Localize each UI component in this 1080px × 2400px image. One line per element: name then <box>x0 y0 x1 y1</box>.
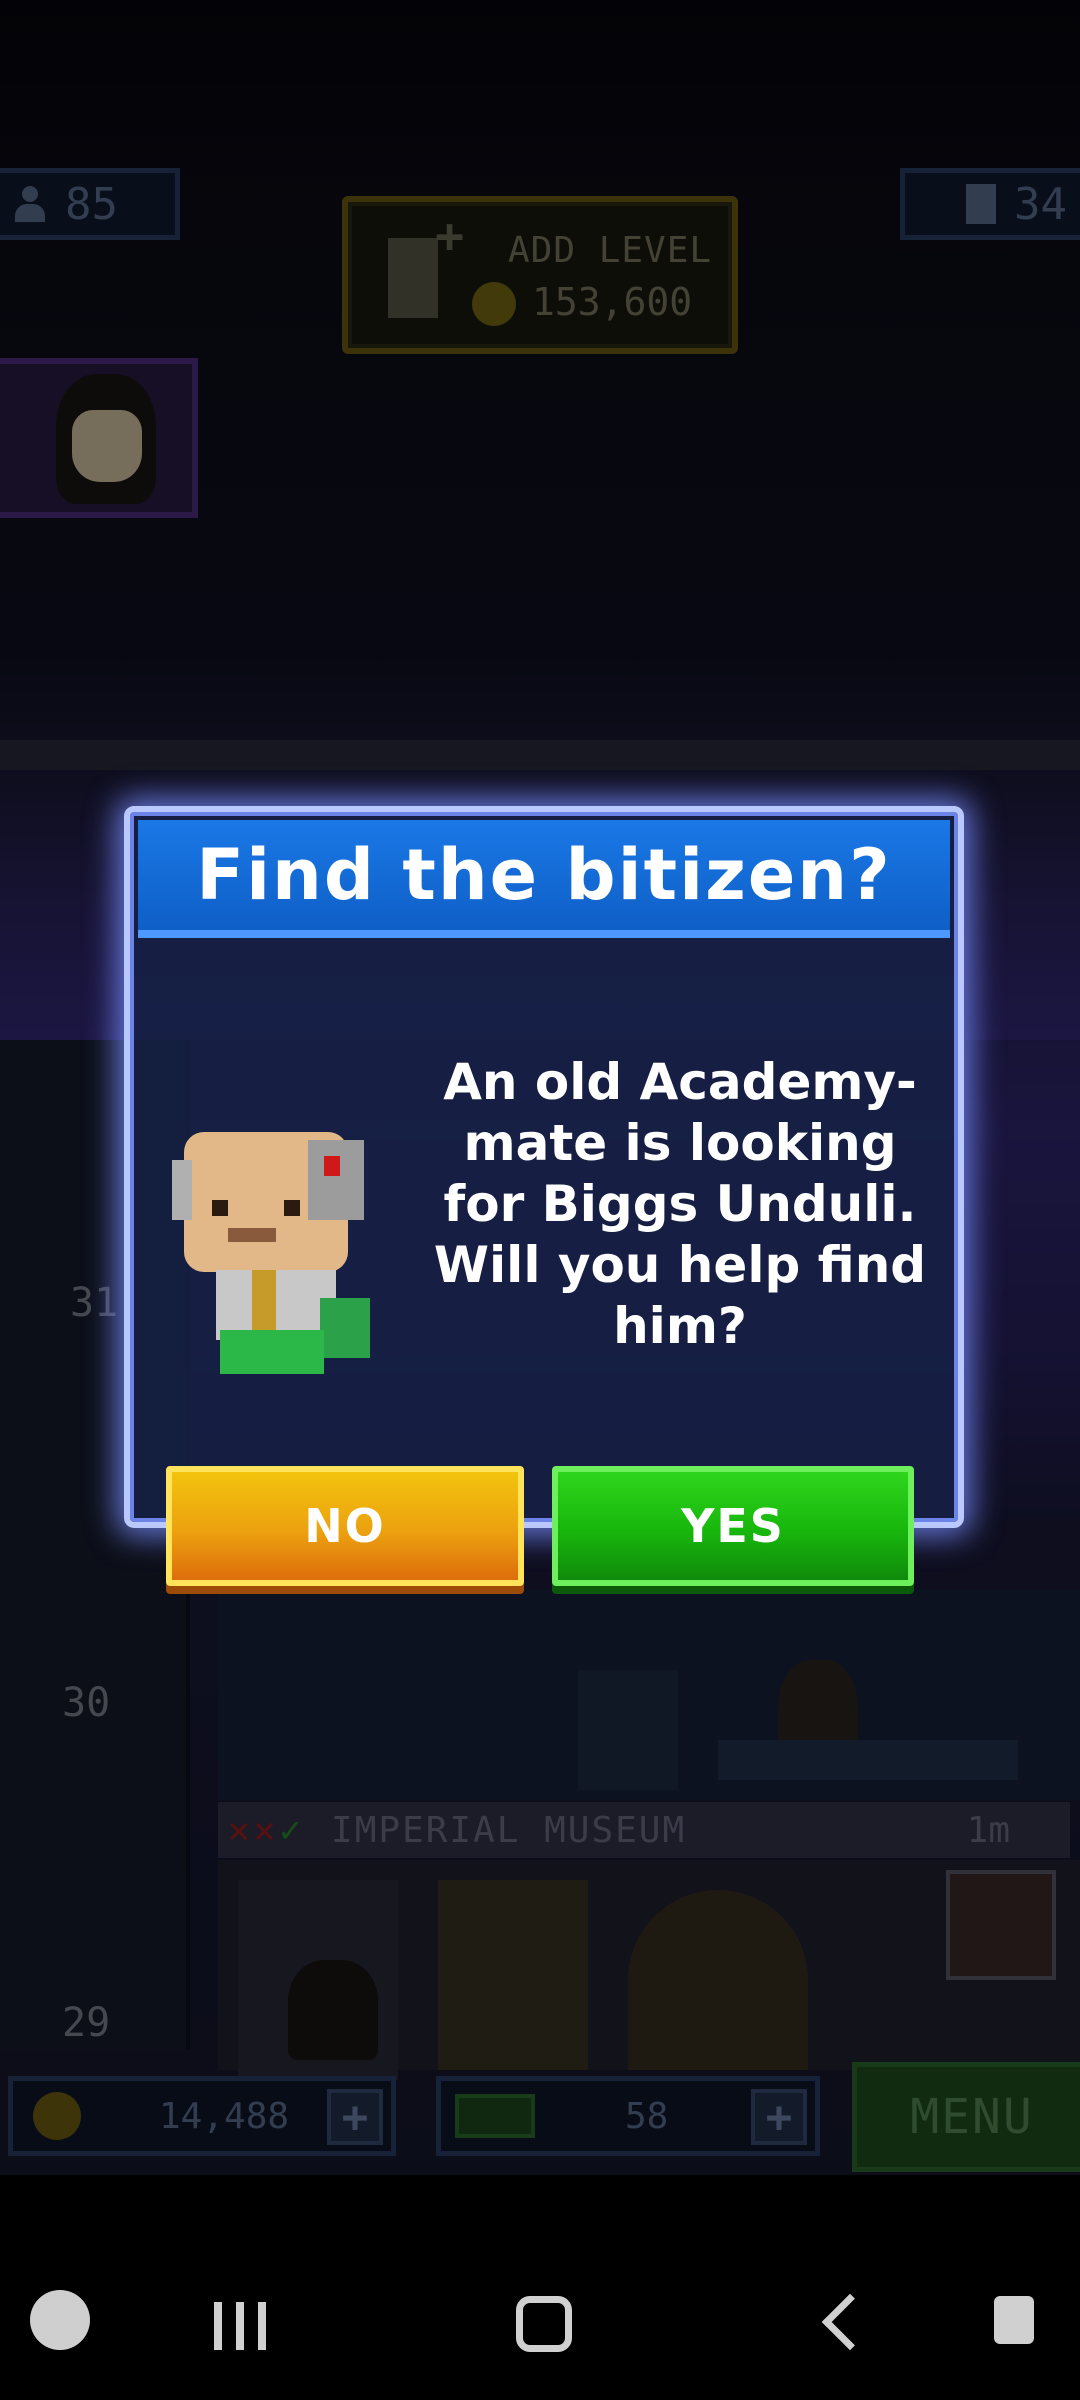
floor-number-31: 31 <box>70 1280 119 1326</box>
add-bux-button[interactable]: + <box>751 2089 807 2145</box>
game-screen[interactable]: 85 34 ADD LEVEL 153,600 31 30 29 ✕✕✓ IMP… <box>0 0 1080 2175</box>
game-launcher-icon[interactable] <box>30 2290 90 2350</box>
bitizen-avatar-card[interactable] <box>0 358 198 518</box>
yes-button[interactable]: YES <box>552 1466 914 1586</box>
accessibility-icon[interactable] <box>994 2296 1034 2344</box>
museum-floor-label: ✕✕ ✓ IMPERIAL MUSEUM 1m <box>218 1802 1070 1858</box>
coin-icon <box>472 282 516 326</box>
home-button[interactable] <box>516 2296 572 2352</box>
floor-number-29: 29 <box>62 2000 111 2046</box>
population-counter[interactable]: 85 <box>0 168 180 240</box>
population-value: 85 <box>65 178 118 230</box>
museum-floor[interactable] <box>218 1860 1080 2080</box>
floor-count-value: 34 <box>1014 178 1067 230</box>
menu-button[interactable]: MENU <box>852 2062 1080 2172</box>
add-level-label: ADD LEVEL <box>508 230 713 271</box>
add-level-button[interactable]: ADD LEVEL 153,600 <box>342 196 738 354</box>
no-button[interactable]: NO <box>166 1466 524 1586</box>
add-level-cost: 153,600 <box>532 280 693 324</box>
failed-marks: ✕✕ <box>228 1809 280 1851</box>
add-document-icon <box>388 208 464 318</box>
dialog-header: Find the bitizen? <box>138 820 950 938</box>
bux-counter[interactable]: 58 + <box>436 2076 820 2156</box>
system-navigation-bar <box>0 2175 1080 2400</box>
coins-value: 14,488 <box>159 2095 290 2137</box>
check-icon: ✓ <box>279 1809 302 1851</box>
coin-icon <box>33 2092 81 2140</box>
dialog-title: Find the bitizen? <box>196 834 892 916</box>
dialog-message: An old Academy-mate is looking for Biggs… <box>433 1053 927 1355</box>
add-coins-button[interactable]: + <box>327 2089 383 2145</box>
floor-counter[interactable]: 34 <box>900 168 1080 240</box>
person-icon <box>13 186 47 222</box>
shop-floor[interactable] <box>218 1590 1080 1800</box>
bitizen-sprite <box>172 1120 372 1380</box>
floor-number-30: 30 <box>62 1680 111 1726</box>
bux-icon <box>455 2094 535 2138</box>
recents-button[interactable] <box>214 2302 274 2350</box>
coins-counter[interactable]: 14,488 + <box>8 2076 396 2156</box>
building-icon <box>966 184 997 224</box>
museum-name: IMPERIAL MUSEUM <box>331 1809 687 1851</box>
roof-ledge <box>0 740 1080 770</box>
plus-icon: + <box>765 2091 793 2143</box>
museum-depth: 1m <box>966 1809 1010 1851</box>
avatar-face <box>72 410 142 482</box>
bux-value: 58 <box>625 2095 669 2137</box>
plus-icon: + <box>341 2091 369 2143</box>
